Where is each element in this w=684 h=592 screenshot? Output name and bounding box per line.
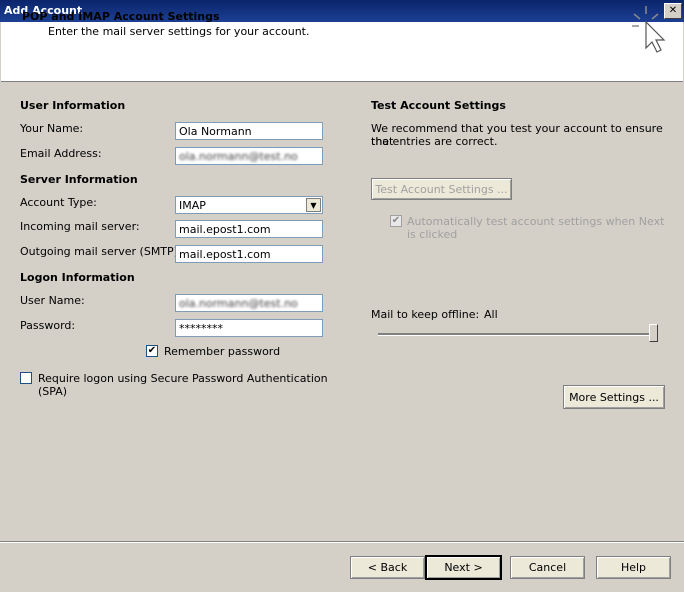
auto-test-checkbox[interactable]: ✔	[390, 215, 402, 227]
username-value: ola.normann@test.no	[179, 297, 298, 310]
logon-info-heading: Logon Information	[20, 271, 135, 284]
account-type-select[interactable]: IMAP ▼	[175, 196, 323, 214]
your-name-label: Your Name:	[20, 122, 84, 135]
username-label: User Name:	[20, 294, 85, 307]
offline-slider-thumb[interactable]	[649, 324, 658, 342]
offline-label: Mail to keep offline:	[371, 308, 480, 321]
account-type-label: Account Type:	[20, 196, 97, 209]
page-subtitle: Enter the mail server settings for your …	[48, 25, 310, 38]
spa-label-line1: Require logon using Secure Password Auth…	[38, 372, 328, 385]
cancel-button[interactable]: Cancel	[510, 556, 585, 579]
check-icon: ✔	[147, 345, 157, 356]
outgoing-server-label: Outgoing mail server (SMTP):	[20, 245, 182, 258]
password-label: Password:	[20, 319, 76, 332]
offline-slider-track[interactable]	[378, 333, 658, 336]
check-icon: ✔	[391, 215, 401, 226]
offline-value: All	[484, 308, 498, 321]
test-desc-line2: the entries are correct.	[371, 135, 498, 148]
password-field[interactable]: ********	[175, 319, 323, 337]
auto-test-label-line2: is clicked	[407, 228, 458, 241]
spa-label-line2: (SPA)	[38, 385, 68, 398]
user-info-heading: User Information	[20, 99, 126, 112]
page-title: POP and IMAP Account Settings	[22, 10, 220, 23]
help-button[interactable]: Help	[596, 556, 671, 579]
remember-password-label: Remember password	[164, 345, 281, 358]
test-account-settings-button[interactable]: Test Account Settings ...	[371, 178, 512, 200]
email-label: Email Address:	[20, 147, 102, 160]
back-button[interactable]: < Back	[350, 556, 425, 579]
cursor-sparkle-icon	[632, 6, 666, 53]
outgoing-server-field[interactable]: mail.epost1.com	[175, 245, 323, 263]
chevron-down-icon[interactable]: ▼	[306, 198, 321, 212]
next-button[interactable]: Next >	[426, 556, 501, 579]
incoming-server-label: Incoming mail server:	[20, 220, 140, 233]
incoming-server-field[interactable]: mail.epost1.com	[175, 220, 323, 238]
close-icon: ✕	[668, 5, 678, 16]
more-settings-button[interactable]: More Settings ...	[563, 385, 665, 409]
server-info-heading: Server Information	[20, 173, 138, 186]
email-field[interactable]: ola.normann@test.no	[175, 147, 323, 165]
account-type-value: IMAP	[179, 198, 206, 212]
username-field[interactable]: ola.normann@test.no	[175, 294, 323, 312]
auto-test-label-line1: Automatically test account settings when…	[407, 215, 665, 228]
your-name-field[interactable]: Ola Normann	[175, 122, 323, 140]
footer-divider	[0, 541, 684, 543]
spa-checkbox[interactable]	[20, 372, 32, 384]
email-value: ola.normann@test.no	[179, 150, 298, 163]
remember-password-checkbox[interactable]: ✔	[146, 345, 158, 357]
test-settings-heading: Test Account Settings	[371, 99, 506, 112]
